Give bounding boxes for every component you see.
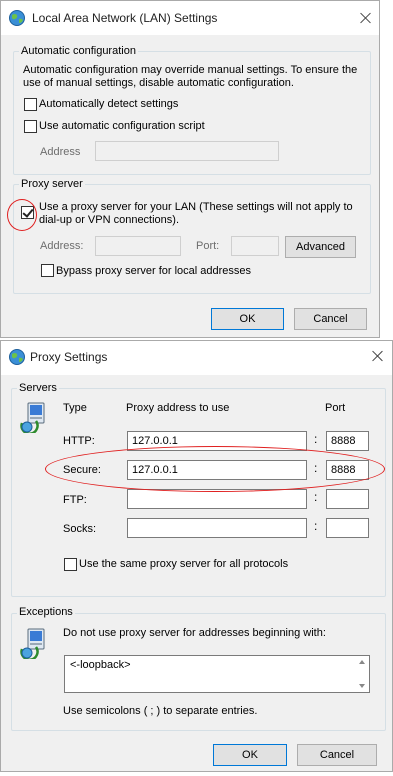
http-address-field[interactable] [127,431,307,451]
proxy-ok-button[interactable]: OK [213,744,287,766]
use-script-label[interactable]: Use automatic configuration script [39,120,205,132]
auto-detect-label[interactable]: Automatically detect settings [39,98,178,110]
http-colon: : [314,432,318,446]
secure-port-field[interactable] [326,460,369,480]
scroll-up-icon[interactable] [359,660,365,664]
proxy-port-label: Port: [196,240,220,252]
use-proxy-checkbox[interactable] [21,206,34,219]
use-proxy-label-line2[interactable]: dial-up or VPN connections). [39,214,179,226]
computer-network-icon [20,402,45,433]
use-proxy-label-line1[interactable]: Use a proxy server for your LAN (These s… [39,201,353,213]
col-address-header: Proxy address to use [126,402,230,414]
proxy-server-legend: Proxy server [19,178,85,190]
col-type-header: Type [63,402,87,414]
socks-port-field[interactable] [326,518,369,538]
globe-network-icon [9,10,25,26]
globe-network-icon [9,349,25,365]
advanced-button[interactable]: Advanced [285,236,356,258]
same-proxy-checkbox[interactable] [64,558,77,571]
socks-colon: : [314,519,318,533]
socks-type-label: Socks: [63,523,97,535]
proxy-title-bar[interactable]: Proxy Settings [1,341,392,375]
script-address-field[interactable] [95,141,279,161]
ftp-address-field[interactable] [127,489,307,509]
auto-detect-checkbox[interactable] [24,98,37,111]
exceptions-legend: Exceptions [17,606,75,618]
exceptions-description: Do not use proxy server for addresses be… [63,627,326,639]
close-icon[interactable] [358,11,374,27]
servers-legend: Servers [17,382,59,394]
secure-address-field[interactable] [127,460,307,480]
bypass-local-label[interactable]: Bypass proxy server for local addresses [56,265,251,277]
ftp-port-field[interactable] [326,489,369,509]
lan-cancel-button[interactable]: Cancel [294,308,367,330]
col-port-header: Port [325,402,346,414]
ftp-colon: : [314,490,318,504]
secure-type-label: Secure: [63,464,101,476]
proxy-port-field[interactable] [231,236,279,256]
lan-dialog-title: Local Area Network (LAN) Settings [32,11,218,25]
exceptions-textarea[interactable]: <-loopback> [64,655,370,693]
same-proxy-label[interactable]: Use the same proxy server for all protoc… [79,558,288,570]
auto-config-description-line1: Automatic configuration may override man… [23,64,358,76]
lan-settings-dialog: Local Area Network (LAN) Settings Automa… [0,0,380,338]
auto-config-legend: Automatic configuration [19,45,138,57]
auto-config-description-line2: use of manual settings, disable automati… [23,77,294,89]
http-type-label: HTTP: [63,435,95,447]
socks-address-field[interactable] [127,518,307,538]
computer-network-icon [20,628,45,659]
exceptions-hint: Use semicolons ( ; ) to separate entries… [63,705,258,717]
http-port-field[interactable] [326,431,369,451]
lan-ok-button[interactable]: OK [211,308,284,330]
bypass-local-checkbox[interactable] [41,264,54,277]
exceptions-scrollbar[interactable] [359,658,367,690]
proxy-cancel-button[interactable]: Cancel [297,744,377,766]
scroll-down-icon[interactable] [359,684,365,688]
proxy-address-field[interactable] [95,236,181,256]
proxy-address-label: Address: [40,240,84,252]
use-script-checkbox[interactable] [24,120,37,133]
ftp-type-label: FTP: [63,494,87,506]
script-address-label: Address [40,146,81,158]
secure-colon: : [314,461,318,475]
proxy-dialog-title: Proxy Settings [30,350,108,364]
exceptions-value: <-loopback> [70,659,131,671]
proxy-settings-dialog: Proxy Settings Servers Type Proxy addres… [0,340,393,772]
close-icon[interactable] [370,349,386,365]
lan-title-bar[interactable]: Local Area Network (LAN) Settings [1,1,379,35]
